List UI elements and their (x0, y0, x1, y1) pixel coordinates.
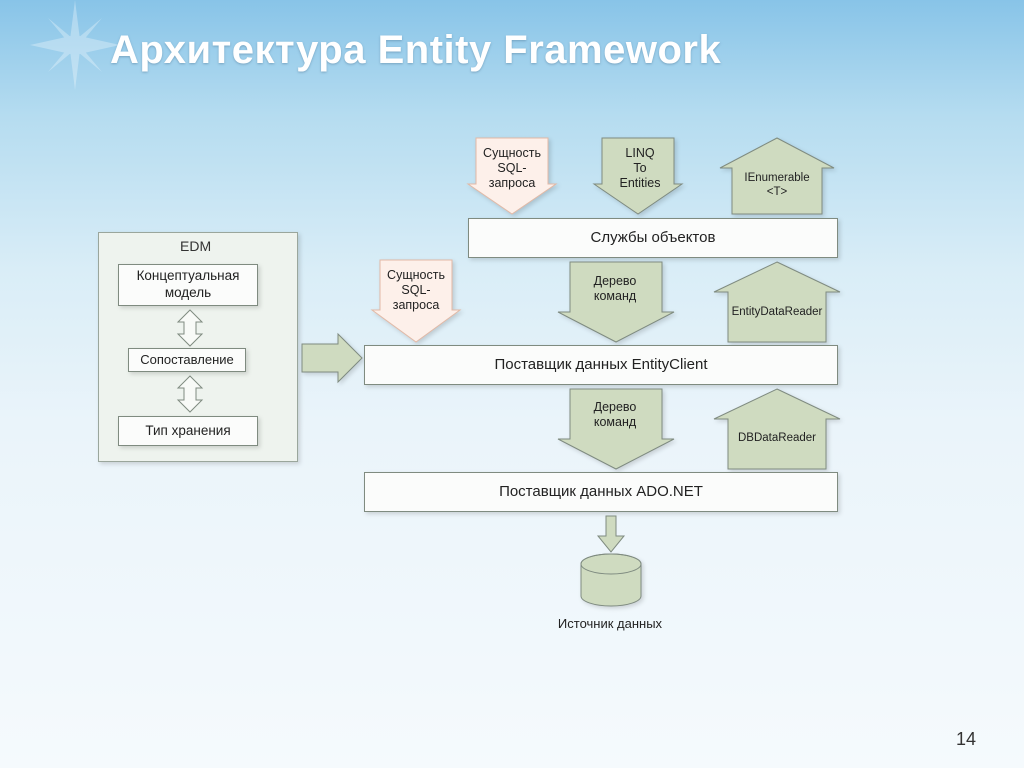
box-object-services: Службы объектов (468, 218, 838, 258)
box-storage-type: Тип хранения (118, 416, 258, 446)
star-decor (30, 0, 120, 90)
label-db-data-reader: DBDataReader (722, 432, 832, 446)
page-number: 14 (956, 729, 976, 750)
box-ado-net: Поставщик данных ADO.NET (364, 472, 838, 512)
box-entity-client: Поставщик данных EntityClient (364, 345, 838, 385)
label-command-tree-2: Дерево команд (560, 400, 670, 430)
datasource-cylinder (576, 552, 646, 617)
arrow-edm-to-entityclient (300, 330, 366, 391)
label-sql-query-top: Сущность SQL- запроса (457, 146, 567, 191)
label-sql-query-mid: Сущность SQL- запроса (361, 268, 471, 313)
label-datasource: Источник данных (550, 616, 670, 631)
label-linq: LINQ To Entities (585, 146, 695, 191)
label-command-tree-1: Дерево команд (560, 274, 670, 304)
arrow-edm-bottom (170, 374, 210, 419)
arrow-entity-data-reader (712, 260, 842, 349)
label-entity-data-reader: EntityDataReader (722, 306, 832, 320)
edm-title: EDM (180, 238, 211, 254)
box-conceptual-model: Концептуальная модель (118, 264, 258, 306)
slide-title: Архитектура Entity Framework (110, 28, 721, 73)
arrow-edm-top (170, 308, 210, 353)
label-ienumerable: IEnumerable <T> (722, 172, 832, 200)
